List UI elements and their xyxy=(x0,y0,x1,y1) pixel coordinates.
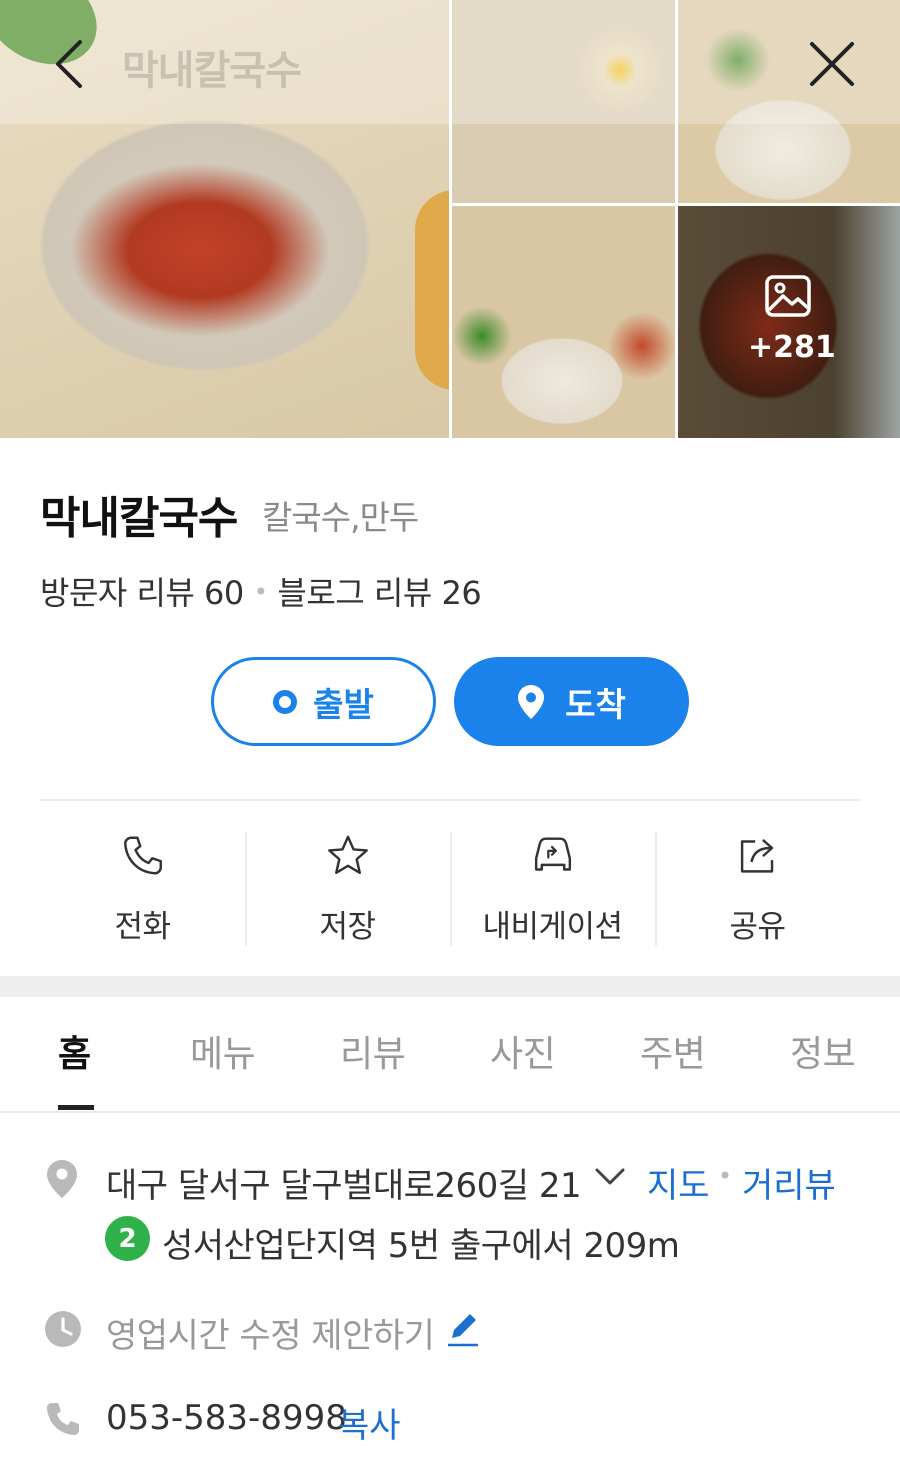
location-pin-icon xyxy=(518,684,545,719)
clock-icon xyxy=(45,1311,81,1347)
separator-dot: • xyxy=(253,578,268,606)
address-text: 대구 달서구 달구벌대로260길 21 xyxy=(106,1166,582,1206)
photo-count: +281 xyxy=(748,330,836,365)
roadview-link[interactable]: 거리뷰 xyxy=(742,1158,836,1207)
origin-icon xyxy=(273,689,298,714)
tab-menu[interactable]: 메뉴 xyxy=(190,1025,256,1077)
phone-icon xyxy=(123,836,162,875)
depart-label: 출발 xyxy=(313,684,374,724)
tab-nearby[interactable]: 주변 xyxy=(640,1025,706,1077)
save-button[interactable]: 저장 xyxy=(245,830,450,946)
chevron-down-icon[interactable] xyxy=(594,1166,626,1188)
arrive-label: 도착 xyxy=(565,684,626,724)
back-icon[interactable] xyxy=(48,36,92,92)
subway-line-badge: 2 xyxy=(105,1216,150,1261)
star-icon xyxy=(327,835,368,875)
separator-dot: • xyxy=(718,1162,733,1190)
page-title: 막내칼국수 xyxy=(122,48,302,94)
copy-phone-button[interactable]: 복사 xyxy=(338,1398,401,1447)
phone-icon xyxy=(47,1403,79,1435)
blog-reviews-link[interactable]: 블로그 리뷰 26 xyxy=(277,574,481,612)
pencil-icon[interactable] xyxy=(446,1310,480,1348)
photo-overlay xyxy=(678,206,900,438)
section-divider xyxy=(0,976,900,997)
suggest-hours-link[interactable]: 영업시간 수정 제안하기 xyxy=(106,1308,435,1357)
depart-button[interactable]: 출발 xyxy=(211,657,436,746)
thumbnail-photo[interactable] xyxy=(452,206,675,438)
visitor-reviews-link[interactable]: 방문자 리뷰 60 xyxy=(40,574,244,612)
phone-number: 053-583-8998 xyxy=(106,1398,347,1438)
divider xyxy=(40,799,860,801)
photo-detail xyxy=(415,190,449,390)
active-tab-indicator xyxy=(58,1105,94,1110)
place-category: 칼국수,만두 xyxy=(262,498,419,537)
share-label: 공유 xyxy=(729,909,786,945)
action-bar: 전화 저장 내비게이션 공유 xyxy=(40,830,860,946)
car-icon xyxy=(534,837,571,871)
close-icon[interactable] xyxy=(806,38,858,90)
photo-gallery[interactable]: 막내칼국수 +281 xyxy=(0,0,900,438)
tab-bar: 홈 메뉴 리뷰 사진 주변 정보 xyxy=(0,997,900,1112)
image-icon xyxy=(765,275,811,317)
map-link[interactable]: 지도 xyxy=(647,1158,710,1207)
call-label: 전화 xyxy=(114,909,171,945)
tab-home[interactable]: 홈 xyxy=(58,1025,91,1077)
subway-directions: 성서산업단지역 5번 출구에서 209m xyxy=(162,1226,680,1266)
tab-photos[interactable]: 사진 xyxy=(490,1025,556,1077)
arrive-button[interactable]: 도착 xyxy=(454,657,689,746)
call-button[interactable]: 전화 xyxy=(40,830,245,946)
place-name: 막내칼국수 xyxy=(40,493,238,544)
more-photos-thumbnail[interactable] xyxy=(678,206,900,438)
tab-info[interactable]: 정보 xyxy=(790,1025,856,1077)
save-label: 저장 xyxy=(319,909,376,945)
navigation-label: 내비게이션 xyxy=(482,909,623,945)
share-icon xyxy=(740,839,773,873)
tab-reviews[interactable]: 리뷰 xyxy=(340,1025,406,1077)
review-summary: 방문자 리뷰 60 • 블로그 리뷰 26 xyxy=(40,568,482,614)
navigation-button[interactable]: 내비게이션 xyxy=(450,830,655,946)
location-pin-icon xyxy=(47,1160,77,1198)
divider xyxy=(0,1111,900,1113)
share-button[interactable]: 공유 xyxy=(655,830,860,946)
